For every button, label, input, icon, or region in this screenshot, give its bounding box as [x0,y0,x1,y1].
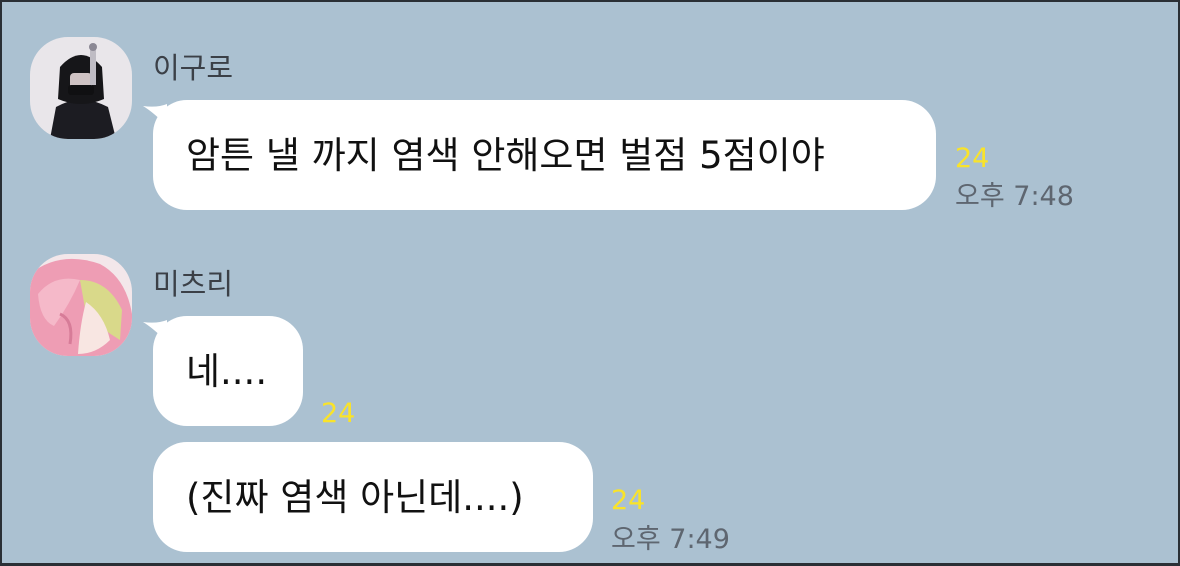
message-text: 네.... [186,349,268,393]
message-bubble[interactable]: 암튼 낼 까지 염색 안해오면 벌점 5점이야 [153,100,936,210]
unread-count: 24 [321,398,356,429]
message-time: 오후 7:49 [611,524,730,555]
message-bubble[interactable]: (진짜 염색 아닌데....) [153,442,593,552]
message-text: 암튼 낼 까지 염색 안해오면 벌점 5점이야 [186,133,825,177]
message-text: (진짜 염색 아닌데....) [186,475,524,519]
dark-haired-character-avatar-icon [30,37,132,139]
avatar-mitsuri[interactable] [30,254,132,356]
unread-count: 24 [955,143,990,174]
pink-haired-character-avatar-icon [30,254,132,356]
avatar-iguro[interactable] [30,37,132,139]
unread-count: 24 [611,485,646,516]
sender-name: 이구로 [153,51,234,85]
message-time: 오후 7:48 [955,181,1074,212]
sender-name: 미츠리 [153,267,234,301]
message-bubble[interactable]: 네.... [153,316,303,426]
